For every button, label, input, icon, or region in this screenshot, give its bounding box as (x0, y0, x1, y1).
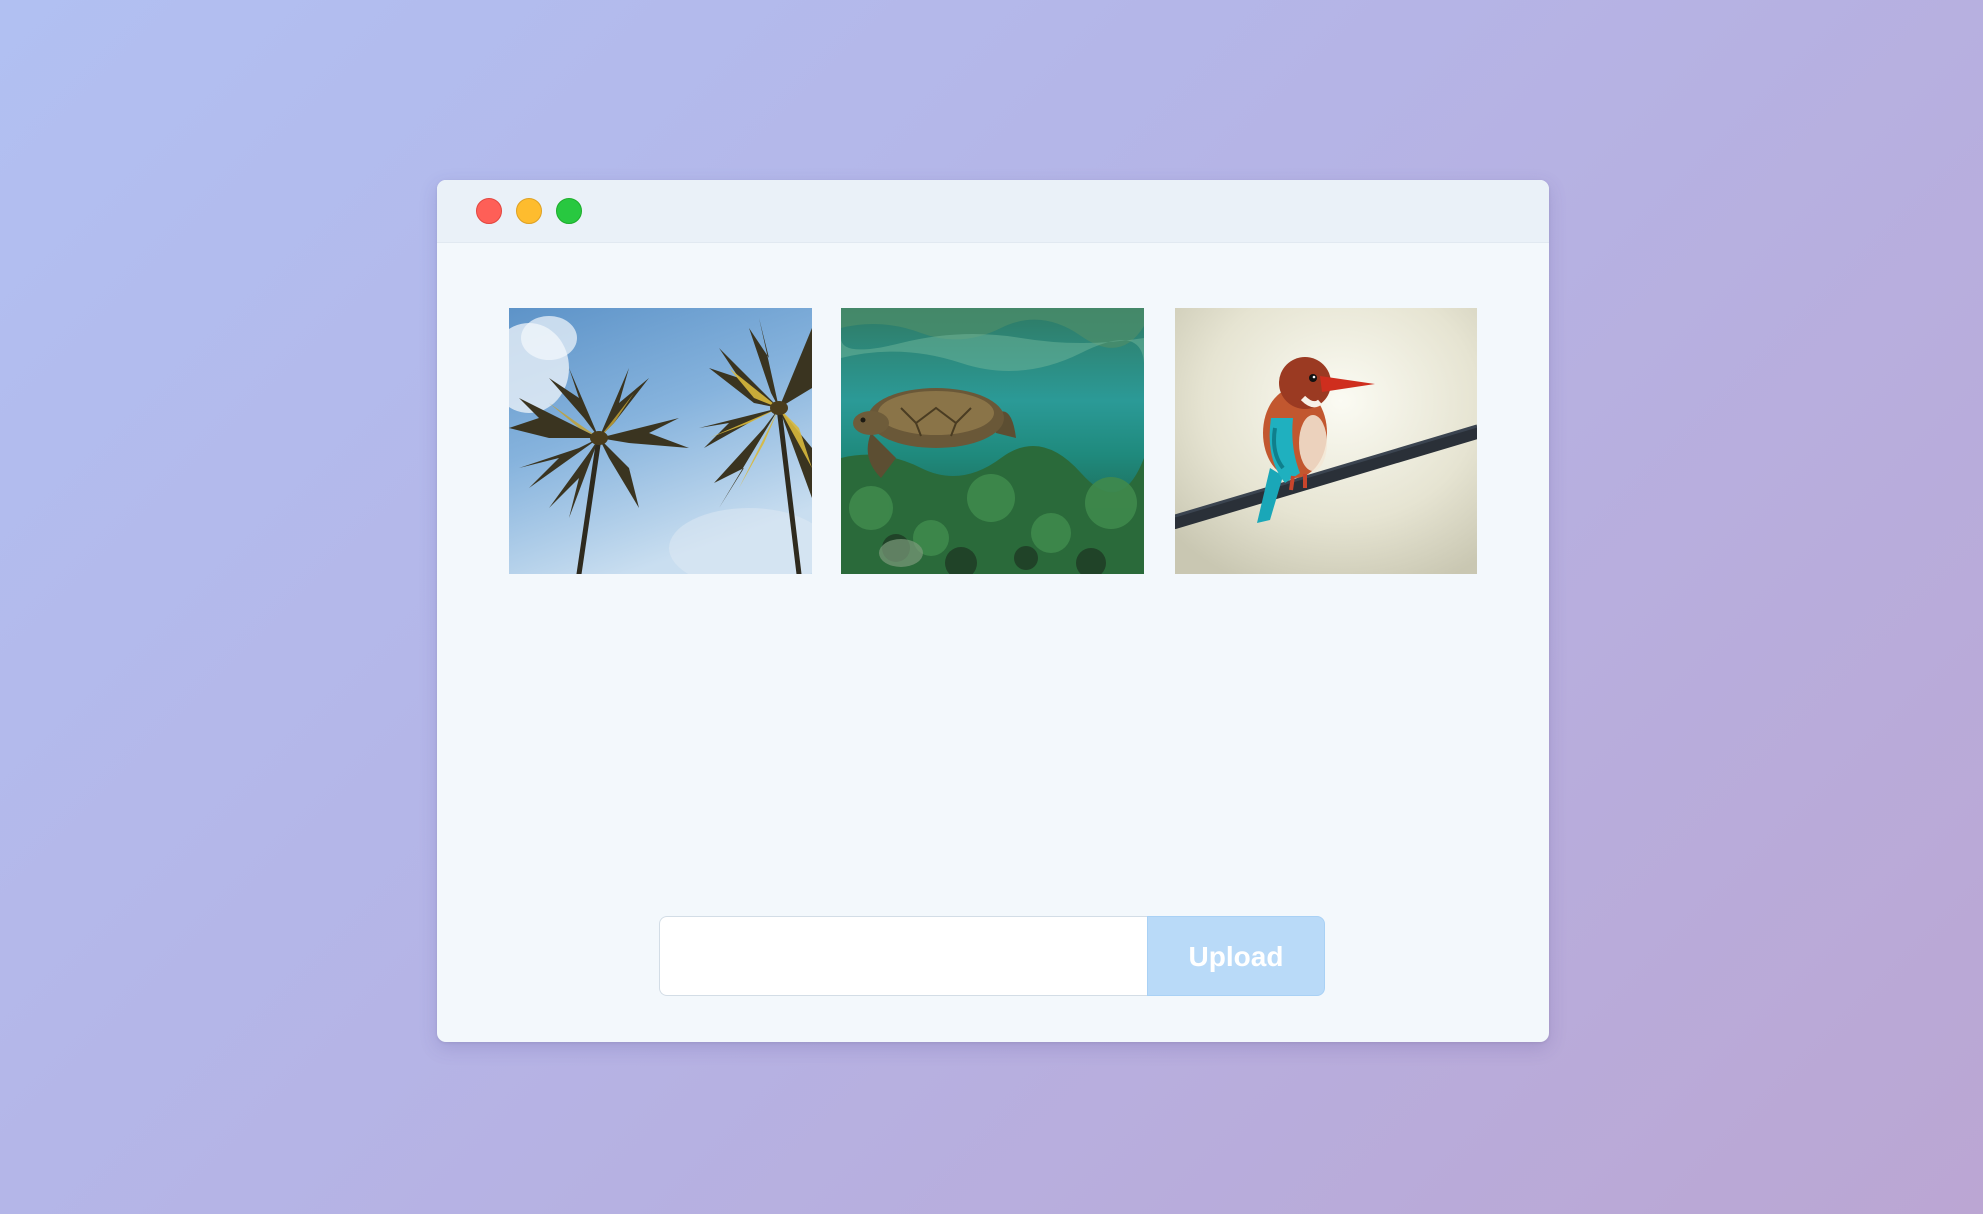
gallery-image-palm-trees[interactable] (509, 308, 812, 574)
palm-trees-photo-icon (509, 308, 812, 574)
kingfisher-photo-icon (1175, 308, 1477, 574)
gallery-image-sea-turtle[interactable] (841, 308, 1144, 574)
upload-url-input[interactable] (659, 916, 1147, 996)
upload-form: Upload (659, 916, 1325, 996)
app-window: Upload (437, 180, 1549, 1042)
zoom-window-button[interactable] (556, 198, 582, 224)
close-window-button[interactable] (476, 198, 502, 224)
gallery-image-kingfisher[interactable] (1175, 308, 1477, 574)
upload-button[interactable]: Upload (1147, 916, 1325, 996)
sea-turtle-photo-icon (841, 308, 1144, 574)
window-titlebar (437, 180, 1549, 243)
minimize-window-button[interactable] (516, 198, 542, 224)
